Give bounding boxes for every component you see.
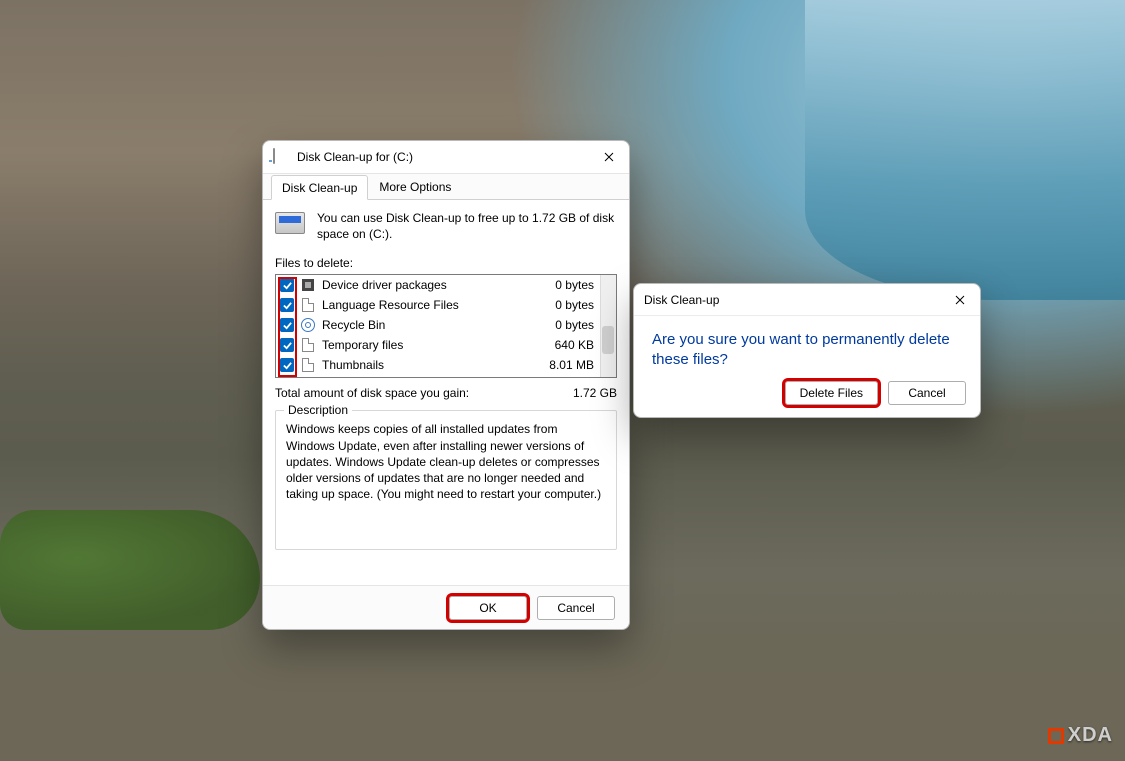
ok-button[interactable]: OK: [449, 596, 527, 620]
item-checkbox[interactable]: [280, 358, 294, 372]
confirm-delete-dialog: Disk Clean-up Are you sure you want to p…: [633, 283, 981, 418]
list-item[interactable]: Thumbnails8.01 MB: [276, 355, 616, 375]
xda-watermark: XDA: [1048, 724, 1113, 747]
scroll-thumb[interactable]: [602, 326, 614, 354]
item-checkbox[interactable]: [280, 298, 294, 312]
tab-disk-clean-up[interactable]: Disk Clean-up: [271, 175, 368, 200]
confirm-message: Are you sure you want to permanently del…: [652, 330, 962, 371]
highlight-annotation-ok: OK: [449, 596, 527, 620]
disk-cleanup-dialog: Disk Clean-up for (C:) Disk Clean-up Mor…: [262, 140, 630, 630]
confirm-cancel-button[interactable]: Cancel: [888, 381, 966, 405]
confirm-close-button[interactable]: [940, 284, 980, 316]
confirm-button-row: Delete Files Cancel: [785, 381, 966, 405]
file-icon: [302, 358, 314, 372]
close-icon: [955, 295, 965, 305]
description-group: Description Windows keeps copies of all …: [275, 410, 617, 550]
files-to-delete-label: Files to delete:: [275, 256, 617, 270]
titlebar[interactable]: Disk Clean-up for (C:): [263, 141, 629, 173]
confirm-titlebar[interactable]: Disk Clean-up: [634, 284, 980, 316]
chip-icon: [302, 279, 314, 291]
description-text: Windows keeps copies of all installed up…: [286, 421, 606, 502]
delete-files-button[interactable]: Delete Files: [785, 381, 878, 405]
wallpaper-sea: [805, 0, 1125, 300]
tab-more-options[interactable]: More Options: [368, 174, 462, 199]
item-name: Thumbnails: [322, 358, 543, 372]
close-icon: [604, 152, 614, 162]
intro: You can use Disk Clean-up to free up to …: [275, 210, 617, 242]
tab-body: You can use Disk Clean-up to free up to …: [263, 199, 629, 585]
item-name: Device driver packages: [322, 278, 549, 292]
total-row: Total amount of disk space you gain: 1.7…: [275, 386, 617, 400]
total-label: Total amount of disk space you gain:: [275, 386, 469, 400]
xda-logo-icon: [1048, 728, 1064, 744]
wallpaper-grass: [0, 510, 260, 630]
item-name: Temporary files: [322, 338, 549, 352]
drive-large-icon: [275, 210, 307, 236]
list-scrollbar[interactable]: [600, 275, 616, 377]
file-icon: [302, 298, 314, 312]
file-icon: [302, 338, 314, 352]
item-checkbox[interactable]: [280, 278, 294, 292]
tab-strip: Disk Clean-up More Options: [263, 173, 629, 199]
item-checkbox[interactable]: [280, 338, 294, 352]
total-value: 1.72 GB: [573, 386, 617, 400]
item-name: Recycle Bin: [322, 318, 549, 332]
confirm-title: Disk Clean-up: [644, 293, 940, 307]
button-row: OK Cancel: [263, 585, 629, 629]
files-list[interactable]: Device driver packages0 bytesLanguage Re…: [275, 274, 617, 378]
window-title: Disk Clean-up for (C:): [297, 150, 589, 164]
intro-text: You can use Disk Clean-up to free up to …: [317, 210, 617, 242]
item-checkbox[interactable]: [280, 318, 294, 332]
confirm-body: Are you sure you want to permanently del…: [634, 316, 980, 371]
list-item[interactable]: Recycle Bin0 bytes: [276, 315, 616, 335]
list-item[interactable]: Language Resource Files0 bytes: [276, 295, 616, 315]
xda-watermark-text: XDA: [1068, 724, 1113, 747]
recycle-bin-icon: [301, 318, 315, 332]
description-legend: Description: [284, 403, 352, 417]
cancel-button[interactable]: Cancel: [537, 596, 615, 620]
drive-icon: [273, 149, 289, 165]
item-name: Language Resource Files: [322, 298, 549, 312]
list-item[interactable]: Device driver packages0 bytes: [276, 275, 616, 295]
highlight-annotation-delete: Delete Files: [785, 381, 878, 405]
list-item[interactable]: Temporary files640 KB: [276, 335, 616, 355]
close-button[interactable]: [589, 141, 629, 173]
